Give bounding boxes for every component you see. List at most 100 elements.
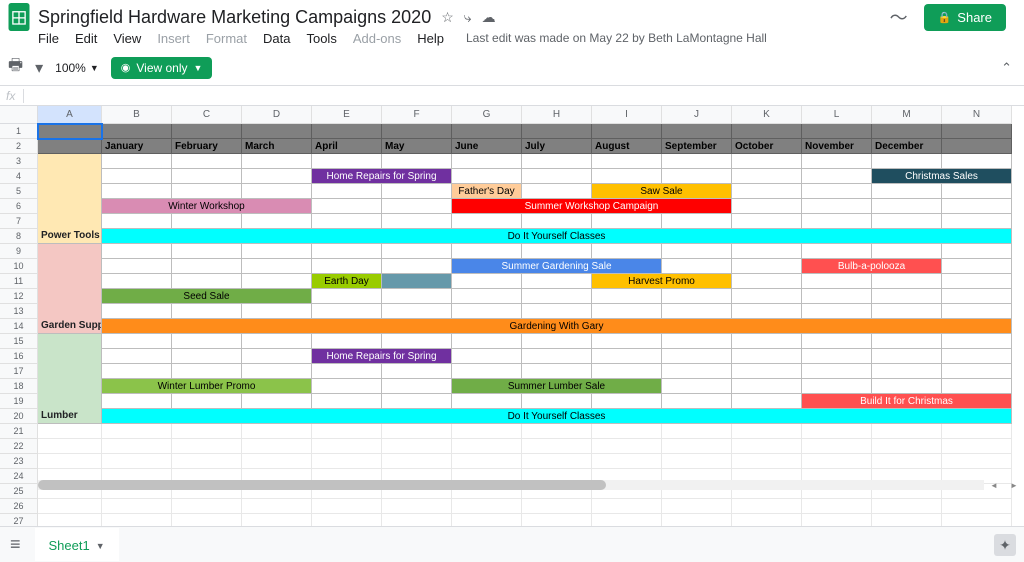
- month-header: August: [592, 139, 662, 154]
- row-header[interactable]: 7: [0, 214, 38, 229]
- menu-edit[interactable]: Edit: [75, 31, 97, 46]
- row-header[interactable]: 4: [0, 169, 38, 184]
- month-header: May: [382, 139, 452, 154]
- row-header[interactable]: 17: [0, 364, 38, 379]
- row-header[interactable]: 22: [0, 439, 38, 454]
- menu-addons[interactable]: Add-ons: [353, 31, 401, 46]
- menu-view[interactable]: View: [113, 31, 141, 46]
- campaign-bar[interactable]: Christmas Sales: [872, 169, 1012, 184]
- collapse-toolbar-icon[interactable]: ⌃: [1001, 60, 1012, 76]
- campaign-bar[interactable]: Summer Lumber Sale: [452, 379, 662, 394]
- document-title[interactable]: Springfield Hardware Marketing Campaigns…: [38, 7, 431, 28]
- row-header[interactable]: 20: [0, 409, 38, 424]
- toolbar: 🖶 ▾ 100% ▼ ◉ View only ▼ ⌃: [0, 50, 1024, 86]
- row-header[interactable]: 16: [0, 349, 38, 364]
- formula-bar[interactable]: fx: [0, 86, 1024, 106]
- eye-icon: ◉: [121, 61, 131, 74]
- cloud-icon[interactable]: ☁: [482, 9, 496, 26]
- chevron-down-icon[interactable]: ▼: [96, 541, 105, 551]
- campaign-bar[interactable]: Home Repairs for Spring: [312, 169, 452, 184]
- move-icon[interactable]: ⤷: [464, 9, 472, 26]
- row-header[interactable]: 10: [0, 259, 38, 274]
- row-header[interactable]: 27: [0, 514, 38, 526]
- active-cell[interactable]: [38, 124, 102, 139]
- star-icon[interactable]: ☆: [441, 9, 454, 26]
- row-header[interactable]: 15: [0, 334, 38, 349]
- menu-data[interactable]: Data: [263, 31, 290, 46]
- campaign-bar[interactable]: Harvest Promo: [592, 274, 732, 289]
- campaign-bar[interactable]: Do It Yourself Classes: [102, 229, 1012, 244]
- row-header[interactable]: 2: [0, 139, 38, 154]
- share-label: Share: [957, 10, 992, 25]
- column-header[interactable]: C: [172, 106, 242, 124]
- column-header[interactable]: G: [452, 106, 522, 124]
- explore-button[interactable]: ✦: [994, 534, 1016, 556]
- row-header[interactable]: 24: [0, 469, 38, 484]
- all-sheets-icon[interactable]: ≡: [10, 534, 21, 555]
- scroll-arrows[interactable]: ◄►: [984, 480, 1024, 490]
- zoom-control[interactable]: 100% ▼: [55, 61, 99, 75]
- menu-tools[interactable]: Tools: [306, 31, 336, 46]
- campaign-bar[interactable]: [382, 274, 452, 289]
- column-header[interactable]: A: [38, 106, 102, 124]
- campaign-bar[interactable]: Saw Sale: [592, 184, 732, 199]
- share-button[interactable]: 🔒 Share: [924, 4, 1006, 31]
- sheet-tab-active[interactable]: Sheet1▼: [35, 528, 119, 561]
- last-edit-text[interactable]: Last edit was made on May 22 by Beth LaM…: [466, 31, 767, 45]
- month-header: October: [732, 139, 802, 154]
- campaign-bar[interactable]: Winter Workshop: [102, 199, 312, 214]
- column-header[interactable]: K: [732, 106, 802, 124]
- column-header[interactable]: L: [802, 106, 872, 124]
- row-header[interactable]: 14: [0, 319, 38, 334]
- campaign-bar[interactable]: Earth Day: [312, 274, 382, 289]
- row-header[interactable]: 3: [0, 154, 38, 169]
- spreadsheet-grid[interactable]: ABCDEFGHIJKLMN12JanuaryFebruaryMarchApri…: [0, 106, 1024, 526]
- row-header[interactable]: 13: [0, 304, 38, 319]
- category-label: Garden Supply: [38, 244, 102, 334]
- campaign-bar[interactable]: Bulb-a-polooza: [802, 259, 942, 274]
- chevron-down-icon: ▼: [194, 63, 203, 73]
- campaign-bar[interactable]: Summer Workshop Campaign: [452, 199, 732, 214]
- row-header[interactable]: 11: [0, 274, 38, 289]
- row-header[interactable]: 23: [0, 454, 38, 469]
- trend-icon[interactable]: 〜: [890, 4, 908, 30]
- row-header[interactable]: 1: [0, 124, 38, 139]
- print-icon[interactable]: 🖶: [8, 54, 23, 81]
- row-header[interactable]: 9: [0, 244, 38, 259]
- column-header[interactable]: B: [102, 106, 172, 124]
- column-header[interactable]: J: [662, 106, 732, 124]
- column-header[interactable]: D: [242, 106, 312, 124]
- row-header[interactable]: 25: [0, 484, 38, 499]
- row-header[interactable]: 21: [0, 424, 38, 439]
- menu-help[interactable]: Help: [417, 31, 444, 46]
- category-label: Power Tools: [38, 154, 102, 244]
- row-header[interactable]: 12: [0, 289, 38, 304]
- campaign-bar[interactable]: Winter Lumber Promo: [102, 379, 312, 394]
- menu-format[interactable]: Format: [206, 31, 247, 46]
- row-header[interactable]: 8: [0, 229, 38, 244]
- campaign-bar[interactable]: Summer Gardening Sale: [452, 259, 662, 274]
- campaign-bar[interactable]: Seed Sale: [102, 289, 312, 304]
- campaign-bar[interactable]: Build It for Christmas: [802, 394, 1012, 409]
- column-header[interactable]: H: [522, 106, 592, 124]
- row-header[interactable]: 6: [0, 199, 38, 214]
- campaign-bar[interactable]: Father's Day: [452, 184, 522, 199]
- row-header[interactable]: 5: [0, 184, 38, 199]
- menu-file[interactable]: File: [38, 31, 59, 46]
- row-header[interactable]: 26: [0, 499, 38, 514]
- row-header[interactable]: 18: [0, 379, 38, 394]
- row-header[interactable]: 19: [0, 394, 38, 409]
- view-only-button[interactable]: ◉ View only ▼: [111, 57, 213, 79]
- column-header[interactable]: M: [872, 106, 942, 124]
- column-header[interactable]: N: [942, 106, 1012, 124]
- horizontal-scrollbar[interactable]: [38, 480, 984, 490]
- menu-insert[interactable]: Insert: [157, 31, 190, 46]
- campaign-bar[interactable]: Gardening With Gary: [102, 319, 1012, 334]
- column-header[interactable]: F: [382, 106, 452, 124]
- sheets-logo-icon[interactable]: [8, 3, 30, 31]
- column-header[interactable]: I: [592, 106, 662, 124]
- campaign-bar[interactable]: Do It Yourself Classes: [102, 409, 1012, 424]
- column-header[interactable]: E: [312, 106, 382, 124]
- campaign-bar[interactable]: Home Repairs for Spring: [312, 349, 452, 364]
- filter-icon[interactable]: ▾: [35, 58, 43, 78]
